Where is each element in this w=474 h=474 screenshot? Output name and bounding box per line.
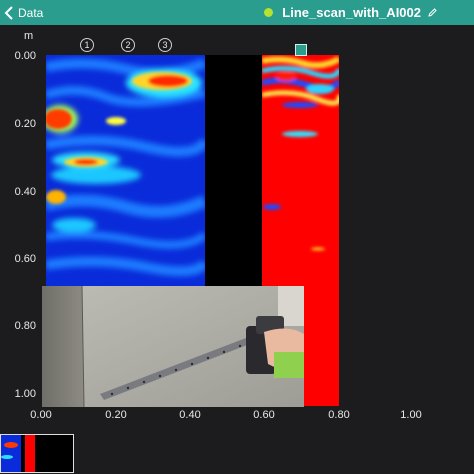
scan-gap [205, 55, 262, 286]
y-tick-label: 0.00 [14, 50, 36, 62]
y-tick-label: 1.00 [14, 388, 36, 400]
y-axis-unit: m [24, 30, 34, 42]
slice-handle[interactable] [295, 44, 307, 56]
y-tick-label: 0.40 [14, 186, 36, 198]
x-tick-label: 0.60 [253, 409, 275, 421]
x-tick-label: 0.00 [30, 409, 52, 421]
x-tick-label: 0.40 [179, 409, 201, 421]
title-area: Line_scan_with_AI002 [264, 3, 438, 22]
scan-photo [42, 286, 304, 407]
marker-3[interactable]: 3 [158, 38, 172, 52]
top-bar: Data Line_scan_with_AI002 [0, 0, 474, 25]
status-dot [264, 8, 274, 17]
y-tick-label: 0.20 [14, 118, 36, 130]
back-label: Data [18, 5, 44, 20]
scan-thumbnail[interactable] [0, 434, 74, 473]
chevron-left-icon [4, 5, 13, 20]
back-button[interactable]: Data [4, 3, 43, 22]
x-tick-label: 0.20 [105, 409, 127, 421]
marker-1[interactable]: 1 [80, 38, 94, 52]
y-tick-label: 0.80 [14, 320, 36, 332]
page-title: Line_scan_with_AI002 [282, 5, 421, 20]
y-tick-label: 0.60 [14, 253, 36, 265]
pencil-icon[interactable] [427, 7, 438, 18]
scan-heatmap-raw [46, 55, 205, 286]
marker-2[interactable]: 2 [121, 38, 135, 52]
x-tick-label: 1.00 [400, 409, 422, 421]
x-tick-label: 0.80 [328, 409, 350, 421]
